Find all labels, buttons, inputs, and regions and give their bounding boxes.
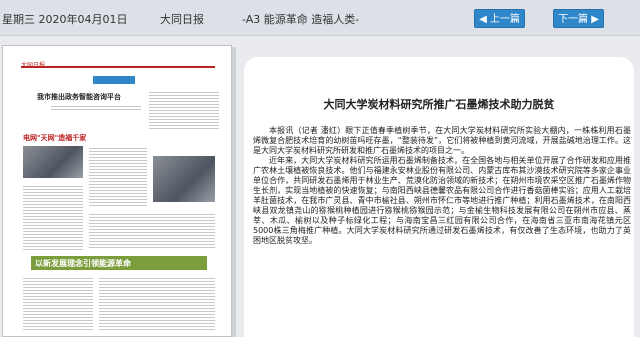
newspaper-name: 大同日报 (160, 13, 204, 26)
thumbnail-text-block (51, 104, 141, 110)
thumbnail-photo (23, 146, 83, 178)
thumbnail-section-tag (93, 76, 135, 84)
newspaper-page-thumbnail[interactable]: 大同日报 我市推出政务智能咨询平台 电网"天网"造福千家 以新发展理念引领能源革… (2, 45, 232, 337)
thumbnail-text-block (89, 212, 215, 250)
thumbnail-text-block (23, 184, 83, 250)
thumbnail-banner-text: 以新发展理念引领能源革命 (35, 259, 131, 268)
thumbnail-headline-1[interactable]: 我市推出政务智能咨询平台 (37, 92, 121, 102)
previous-article-button[interactable]: ◀ 上一篇 (474, 9, 525, 28)
thumbnail-headline-2[interactable]: 电网"天网"造福千家 (23, 133, 86, 143)
article-panel: 大同大学炭材料研究所推广石墨烯技术助力脱贫 本报讯（记者 潘红）眼下正值春季植树… (244, 57, 634, 337)
thumbnail-text-block (89, 146, 147, 206)
thumbnail-text-block (99, 276, 215, 332)
thumbnail-masthead: 大同日报 (21, 60, 215, 69)
thumbnail-photo (153, 156, 215, 202)
thumbnail-banner: 以新发展理念引领能源革命 (31, 256, 207, 270)
article-paragraph-2: 近年来，大同大学炭材料研究所运用石墨烯制备技术，在全国各地与相关单位开展了合作研… (253, 156, 631, 245)
issue-date: 星期三 2020年04月01日 (2, 13, 128, 26)
next-article-button[interactable]: 下一篇 ▶ (553, 9, 604, 28)
top-bar: 星期三 2020年04月01日 大同日报 -A3 能源革命 造福人类- ◀ 上一… (0, 0, 640, 36)
thumbnail-masthead-text: 大同日报 (21, 62, 46, 69)
thumbnail-text-block (23, 276, 93, 332)
thumbnail-text-block (149, 90, 219, 130)
article-paragraph-1: 本报讯（记者 潘红）眼下正值春季植树季节，在大同大学炭材料研究所实验大棚内，一株… (253, 126, 631, 155)
page-info: -A3 能源革命 造福人类- (242, 13, 360, 26)
article-title: 大同大学炭材料研究所推广石墨烯技术助力脱贫 (323, 98, 555, 111)
